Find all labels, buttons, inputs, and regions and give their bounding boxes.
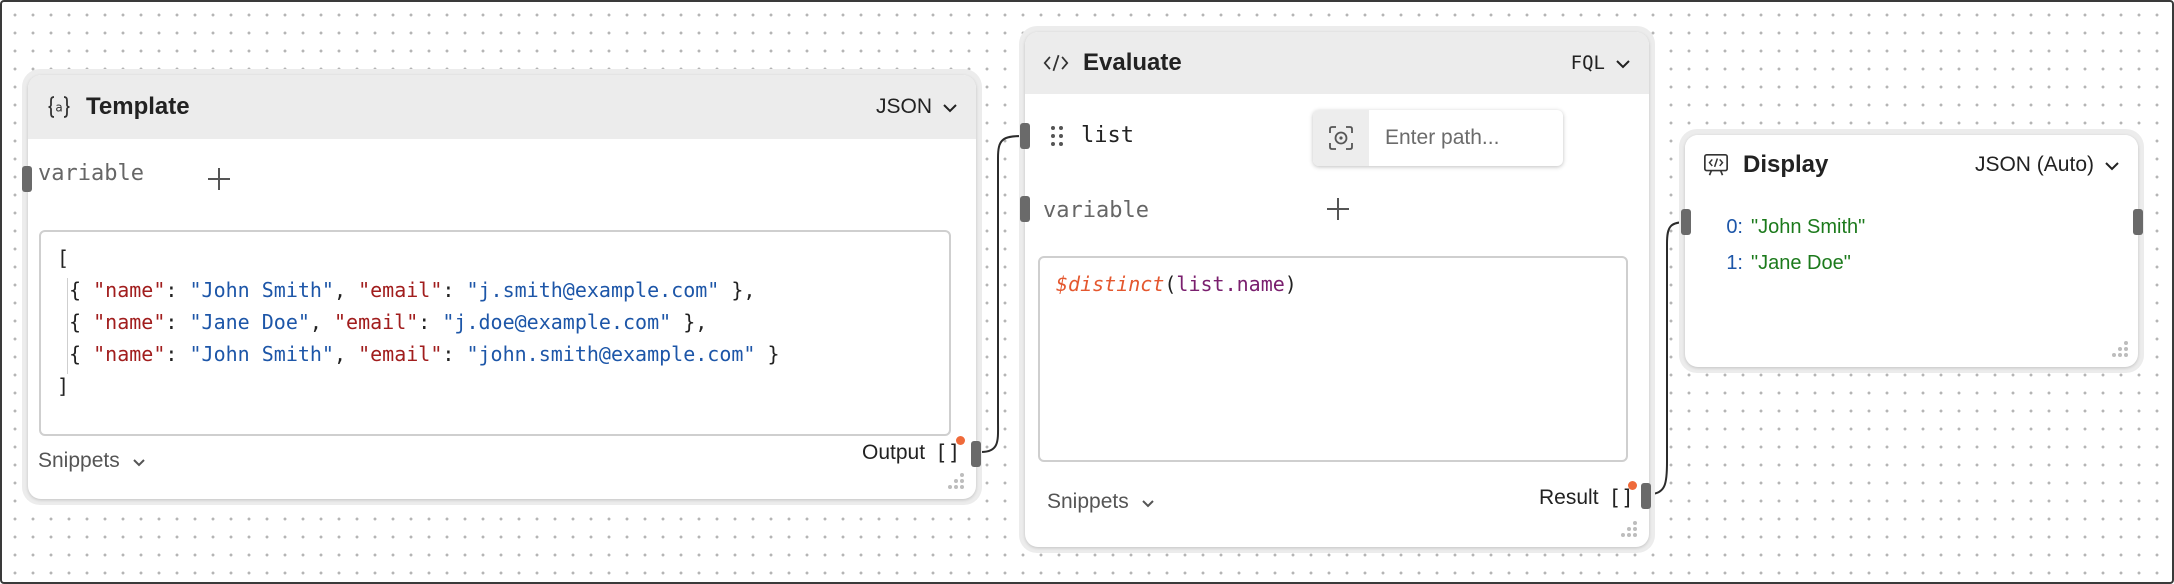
chevron-down-icon bbox=[1615, 51, 1631, 75]
braces-a-icon: a bbox=[46, 94, 72, 120]
display-item: 1: "Jane Doe" bbox=[1715, 252, 1851, 275]
display-item: 0: "John Smith" bbox=[1715, 216, 1865, 239]
display-input-port[interactable] bbox=[1681, 209, 1691, 235]
code-line: { "name": "John Smith", "email": "j.smit… bbox=[69, 278, 756, 302]
template-node-body: a Template JSON variable [ { "name": "Jo… bbox=[28, 75, 976, 499]
display-mode-label: JSON (Auto) bbox=[1974, 153, 2094, 176]
chevron-down-icon bbox=[942, 95, 958, 119]
template-code-editor[interactable]: [ { "name": "John Smith", "email": "j.sm… bbox=[39, 230, 951, 436]
path-picker-button[interactable] bbox=[1313, 110, 1369, 166]
output-label: Output bbox=[862, 441, 926, 464]
code-line: [ bbox=[57, 246, 70, 270]
display-mode-select[interactable]: JSON (Auto) bbox=[1975, 153, 2120, 177]
result-active-dot bbox=[1628, 481, 1637, 490]
evaluate-node[interactable]: Evaluate FQL list Enter path... variable… bbox=[1019, 26, 1655, 553]
list-label: list bbox=[1081, 123, 1134, 148]
evaluate-result-output-port[interactable] bbox=[1641, 483, 1651, 509]
template-snippets-dropdown[interactable]: Snippets bbox=[38, 449, 146, 473]
chevron-down-icon bbox=[2104, 153, 2120, 177]
output-active-dot bbox=[956, 436, 965, 445]
template-variable-row: variable bbox=[38, 161, 144, 186]
code-icon bbox=[1043, 50, 1069, 76]
template-title: Template bbox=[86, 93, 190, 120]
display-item-value: "John Smith" bbox=[1751, 216, 1866, 238]
code-line: ] bbox=[57, 374, 70, 398]
evaluate-list-row: list bbox=[1081, 123, 1134, 148]
code-line: { "name": "Jane Doe", "email": "j.doe@ex… bbox=[69, 310, 708, 334]
drag-handle-icon[interactable] bbox=[1051, 126, 1065, 148]
variable-label: variable bbox=[38, 161, 144, 186]
display-node[interactable]: Display JSON (Auto) 0: "John Smith" 1: "… bbox=[1679, 129, 2144, 373]
evaluate-variable-input-port[interactable] bbox=[1020, 196, 1030, 222]
chevron-down-icon bbox=[1141, 490, 1155, 514]
display-title: Display bbox=[1743, 151, 1829, 178]
display-code-icon bbox=[1703, 152, 1729, 178]
template-output-port-label: Output [] bbox=[862, 441, 960, 465]
evaluate-list-input-port[interactable] bbox=[1020, 123, 1030, 149]
template-node-header[interactable]: a Template JSON bbox=[28, 75, 976, 139]
template-input-port[interactable] bbox=[22, 166, 32, 192]
evaluate-node-header[interactable]: Evaluate FQL bbox=[1025, 32, 1649, 94]
indent-guide bbox=[67, 278, 68, 374]
display-output-port[interactable] bbox=[2133, 209, 2143, 235]
display-item-index: 1: bbox=[1726, 252, 1743, 274]
template-mode-label: JSON bbox=[875, 95, 932, 118]
evaluate-node-body: Evaluate FQL list Enter path... variable… bbox=[1025, 32, 1649, 547]
evaluate-title: Evaluate bbox=[1083, 49, 1182, 76]
chevron-down-icon bbox=[132, 449, 146, 473]
template-mode-select[interactable]: JSON bbox=[876, 95, 958, 119]
evaluate-variable-row: variable bbox=[1043, 198, 1149, 223]
add-variable-button[interactable] bbox=[206, 166, 232, 192]
evaluate-mode-label: FQL bbox=[1570, 52, 1605, 74]
display-node-header[interactable]: Display JSON (Auto) bbox=[1685, 135, 2138, 191]
display-item-value: "Jane Doe" bbox=[1751, 252, 1851, 274]
focus-target-icon bbox=[1329, 126, 1353, 150]
evaluate-mode-select[interactable]: FQL bbox=[1571, 51, 1631, 75]
template-output-port[interactable] bbox=[971, 441, 981, 467]
path-input[interactable] bbox=[1383, 125, 1557, 151]
svg-text:a: a bbox=[55, 101, 62, 115]
display-node-body: Display JSON (Auto) 0: "John Smith" 1: "… bbox=[1685, 135, 2138, 367]
display-item-index: 0: bbox=[1726, 216, 1743, 238]
output-type-bracket: [] bbox=[935, 441, 961, 465]
path-selector[interactable] bbox=[1313, 110, 1563, 166]
add-variable-button[interactable] bbox=[1325, 196, 1351, 222]
expression-line: $distinct(list.name) bbox=[1056, 272, 1297, 296]
resize-grip-icon[interactable] bbox=[2110, 339, 2132, 361]
evaluate-result-port-label: Result [] bbox=[1539, 486, 1634, 510]
template-node[interactable]: a Template JSON variable [ { "name": "Jo… bbox=[22, 69, 982, 505]
code-line: { "name": "John Smith", "email": "john.s… bbox=[69, 342, 780, 366]
snippets-label: Snippets bbox=[38, 449, 120, 472]
resize-grip-icon[interactable] bbox=[1619, 519, 1641, 541]
result-label: Result bbox=[1539, 486, 1599, 509]
expression-editor[interactable]: $distinct(list.name) bbox=[1038, 256, 1628, 462]
variable-label: variable bbox=[1043, 198, 1149, 223]
resize-grip-icon[interactable] bbox=[946, 471, 968, 493]
evaluate-snippets-dropdown[interactable]: Snippets bbox=[1047, 490, 1155, 514]
snippets-label: Snippets bbox=[1047, 490, 1129, 513]
